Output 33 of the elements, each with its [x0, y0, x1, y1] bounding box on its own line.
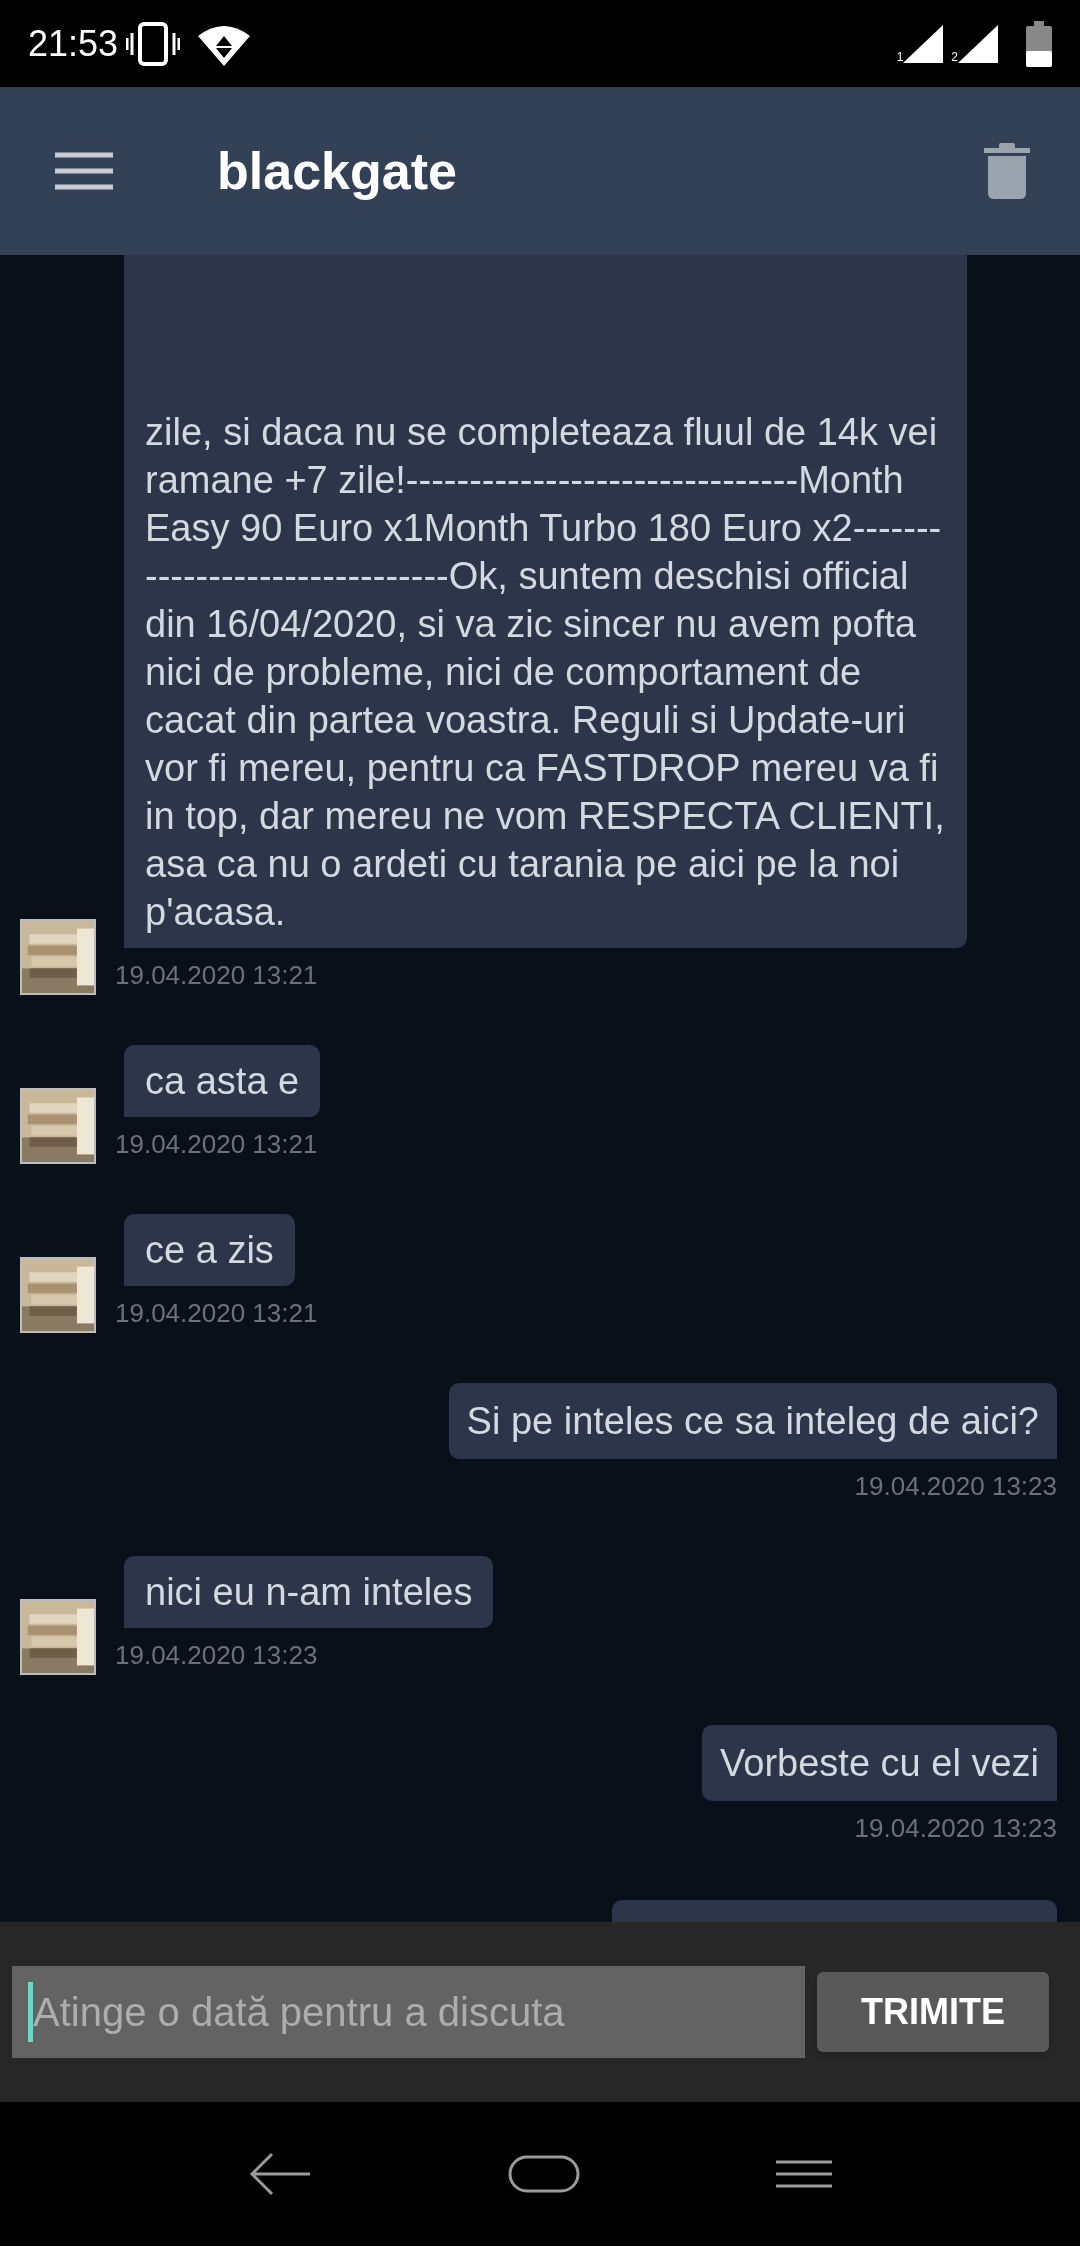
vibrate-icon	[126, 20, 181, 67]
menu-button[interactable]	[55, 151, 113, 191]
message-bubble: nici eu n-am inteles	[124, 1556, 494, 1628]
message-time: 19.04.2020 13:21	[115, 959, 318, 992]
sim-label: 1	[896, 50, 904, 63]
message-bubble: ca asta e	[124, 1045, 321, 1117]
home-button[interactable]	[508, 2155, 580, 2193]
signal-icon	[903, 24, 944, 63]
status-time: 21:53	[28, 21, 119, 66]
send-button[interactable]: TRIMITE	[817, 1972, 1049, 2052]
home-icon	[508, 2155, 580, 2193]
message-time: 19.04.2020 13:21	[115, 1128, 318, 1161]
battery-icon	[1026, 20, 1052, 67]
trash-icon	[984, 143, 1030, 199]
message-input[interactable]: Atinge o dată pentru a discuta	[12, 1966, 805, 2058]
text-cursor	[28, 1982, 33, 2042]
sim-label: 2	[951, 50, 958, 63]
recents-icon	[776, 2159, 832, 2189]
delete-button[interactable]	[984, 143, 1030, 199]
back-button[interactable]	[248, 2152, 312, 2196]
message-time: 19.04.2020 13:23	[854, 1470, 1057, 1503]
message-time: 19.04.2020 13:23	[854, 1812, 1057, 1845]
message-bubble: Vorbeste cu el vezi	[702, 1725, 1057, 1801]
message-bubble: Si pe inteles ce sa inteleg de aici?	[448, 1383, 1057, 1459]
menu-icon	[55, 152, 113, 190]
chat-title: blackgate	[217, 141, 457, 202]
message-time: 19.04.2020 13:23	[115, 1639, 318, 1672]
message-bubble: zile, si daca nu se completeaza fluul de 14k vei ramane +7 zile!-------------------------------Month Easy 90 Euro x1Month Turbo 180 Euro x2-------------------------------Ok, suntem deschisi official din 16/04/2020, si va zic sincer nu avem pofta nici de probleme, nici de comportament de cacat din partea voastra. Reguli si Update-uri vor fi mereu, pentru ca FASTDROP mereu va fi in top, dar mereu ne vom RESPECTA CLIENTI, asa ca nu o ardeti cu tarania pe aici pe la noi p'acasa.	[124, 255, 967, 948]
message-time: 19.04.2020 13:21	[115, 1297, 318, 1330]
recents-button[interactable]	[776, 2159, 832, 2189]
message-bubble: ce a zis	[124, 1214, 295, 1286]
signal-icon	[958, 24, 998, 63]
back-icon	[248, 2152, 312, 2196]
